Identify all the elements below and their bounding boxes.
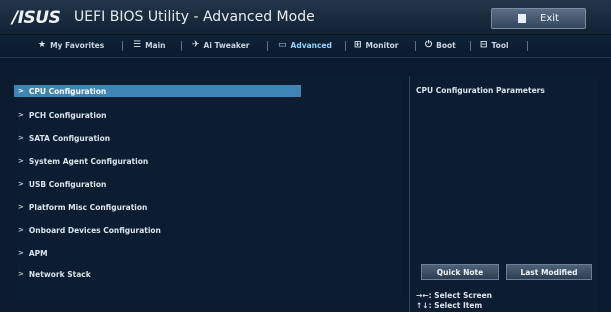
chevron-right-icon: > — [18, 134, 24, 142]
chevron-right-icon: > — [18, 87, 24, 95]
tab-advanced[interactable]: ▭ Advanced — [278, 40, 332, 50]
tab-my-favorites[interactable]: ★ My Favorites — [38, 40, 104, 50]
chevron-right-icon: > — [18, 157, 24, 165]
menu-item-label: Onboard Devices Configuration — [28, 225, 161, 235]
chevron-right-icon: > — [18, 111, 24, 119]
chevron-right-icon: > — [18, 226, 24, 234]
menu-item-label: CPU Configuration — [28, 86, 107, 96]
power-icon: ⏻ — [425, 40, 433, 50]
tab-label: Main — [145, 40, 166, 50]
menu-item-system-agent-configuration[interactable]: > System Agent Configuration — [18, 155, 148, 167]
tab-separator — [345, 41, 346, 51]
chevron-right-icon: > — [18, 249, 24, 257]
menu-item-label: APM — [28, 248, 48, 258]
menu-item-network-stack[interactable]: > Network Stack — [18, 268, 91, 280]
menu-item-platform-misc-configuration[interactable]: > Platform Misc Configuration — [18, 201, 147, 213]
tab-label: Advanced — [290, 40, 332, 50]
last-modified-button[interactable]: Last Modified — [506, 264, 592, 280]
list-icon: ☰ — [133, 40, 142, 50]
tab-tool[interactable]: ⊟ Tool — [480, 40, 509, 50]
tab-monitor[interactable]: ⊞ Monitor — [354, 40, 399, 50]
tab-bar: ★ My Favorites ☰ Main ✈ Ai Tweaker ▭ Adv… — [0, 35, 611, 58]
tab-label: Tool — [491, 40, 509, 50]
chevron-right-icon: > — [18, 203, 24, 211]
tab-separator — [415, 41, 416, 51]
tab-label: My Favorites — [50, 40, 105, 50]
tab-boot[interactable]: ⏻ Boot — [425, 40, 456, 50]
tab-ai-tweaker[interactable]: ✈ Ai Tweaker — [192, 40, 249, 50]
tab-separator — [527, 41, 528, 51]
asus-logo: /ISUS — [12, 8, 61, 28]
chevron-right-icon: > — [18, 270, 24, 278]
app-title: UEFI BIOS Utility - Advanced Mode — [74, 9, 315, 25]
tab-label: Monitor — [365, 40, 399, 50]
menu-item-apm[interactable]: > APM — [18, 247, 48, 259]
menu-item-onboard-devices-configuration[interactable]: > Onboard Devices Configuration — [18, 224, 161, 236]
menu-item-label: System Agent Configuration — [28, 156, 149, 166]
tool-icon: ⊟ — [480, 40, 488, 50]
tab-separator — [181, 41, 182, 51]
chevron-right-icon: > — [18, 180, 24, 188]
menu-item-label: SATA Configuration — [28, 133, 111, 143]
exit-icon — [518, 14, 527, 23]
tab-separator — [470, 41, 471, 51]
help-select-screen: →←: Select Screen — [416, 291, 493, 300]
tab-label: Boot — [436, 40, 456, 50]
tab-main[interactable]: ☰ Main — [133, 40, 166, 50]
menu-item-sata-configuration[interactable]: > SATA Configuration — [18, 132, 110, 144]
monitor-icon: ⊞ — [354, 40, 362, 50]
tab-separator — [267, 41, 268, 51]
quick-note-button[interactable]: Quick Note — [421, 264, 499, 280]
advanced-icon: ▭ — [278, 40, 287, 50]
menu-item-label: Platform Misc Configuration — [28, 202, 148, 212]
exit-button[interactable]: Exit — [491, 8, 586, 29]
star-icon: ★ — [38, 40, 47, 50]
menu-item-label: PCH Configuration — [28, 110, 107, 120]
title-bar: /ISUS UEFI BIOS Utility - Advanced Mode … — [0, 0, 611, 35]
menu-item-usb-configuration[interactable]: > USB Configuration — [18, 178, 106, 190]
menu-item-label: USB Configuration — [28, 179, 107, 189]
tab-label: Ai Tweaker — [203, 40, 250, 50]
help-panel-title: CPU Configuration Parameters — [416, 86, 545, 95]
menu-item-label: Network Stack — [28, 269, 91, 279]
tab-separator — [122, 41, 123, 51]
menu-item-cpu-configuration[interactable]: > CPU Configuration — [14, 85, 301, 97]
tweaker-icon: ✈ — [192, 40, 200, 50]
exit-label: Exit — [540, 13, 559, 24]
menu-item-pch-configuration[interactable]: > PCH Configuration — [18, 109, 106, 121]
help-select-item: ↑↓: Select Item — [416, 301, 483, 310]
